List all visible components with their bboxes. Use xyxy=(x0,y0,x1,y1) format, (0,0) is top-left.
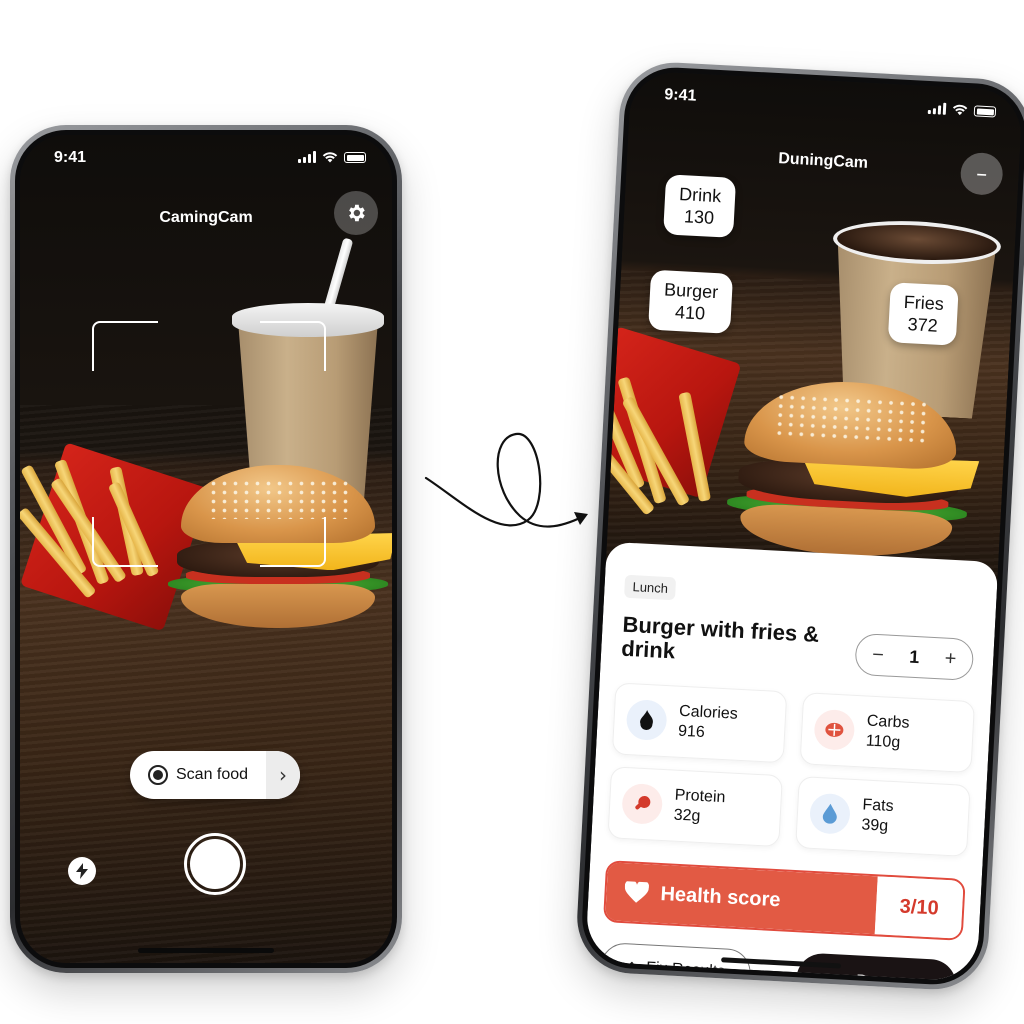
battery-icon xyxy=(344,152,366,163)
status-bar: 9:41 xyxy=(20,135,392,179)
wheat-icon xyxy=(813,708,856,751)
scan-food-button[interactable]: Scan food › xyxy=(130,751,300,799)
meal-type-tag[interactable]: Lunch xyxy=(624,574,677,601)
heart-icon xyxy=(624,881,650,903)
macro-value: 39g xyxy=(860,816,889,835)
phone-results: 9:41 DuningCam – Drink 130 Burger 410 Fr… xyxy=(574,59,1024,993)
signal-icon xyxy=(927,102,947,115)
status-time: 9:41 xyxy=(54,149,87,166)
wifi-icon xyxy=(952,104,968,116)
macro-value: 916 xyxy=(677,722,706,742)
macro-value: 32g xyxy=(673,806,701,825)
flame-icon xyxy=(625,699,668,742)
health-score-value: 3/10 xyxy=(874,876,964,939)
stage: 9:41 CamingCam Scan food › 9:41 DuningCa… xyxy=(0,0,1024,1024)
food-label-name: Drink xyxy=(678,184,722,207)
settings-button[interactable] xyxy=(334,191,378,235)
food-label-calories: 410 xyxy=(674,301,706,324)
quantity-value: 1 xyxy=(908,646,920,667)
scan-frame-corner-bl xyxy=(92,517,158,567)
gear-icon xyxy=(349,204,365,222)
increment-button[interactable]: + xyxy=(938,647,963,671)
scan-frame-corner-br xyxy=(260,517,326,567)
shutter-button[interactable] xyxy=(184,833,246,895)
decrement-button[interactable]: − xyxy=(865,643,890,667)
scan-icon xyxy=(148,765,168,785)
food-label-burger[interactable]: Burger 410 xyxy=(648,269,734,334)
scan-frame-corner-tr xyxy=(260,321,326,371)
food-label-fries[interactable]: Fries 372 xyxy=(887,282,959,346)
status-time: 9:41 xyxy=(663,86,697,105)
scan-frame-corner-tl xyxy=(92,321,158,371)
status-icons xyxy=(927,102,997,118)
droplet-icon xyxy=(808,792,851,835)
quantity-stepper: − 1 + xyxy=(854,632,975,682)
food-label-name: Fries xyxy=(903,291,945,314)
macro-label: Carbs xyxy=(866,712,910,732)
meal-title: Burger with fries & drink xyxy=(620,611,820,664)
wifi-icon xyxy=(322,152,338,163)
macro-card-calories[interactable]: Calories 916 xyxy=(611,682,788,764)
macro-card-carbs[interactable]: Carbs 110g xyxy=(799,692,976,774)
health-score-bar[interactable]: Health score 3/10 xyxy=(602,860,966,941)
macro-card-protein[interactable]: Protein 32g xyxy=(607,766,783,848)
phone-camera: 9:41 CamingCam Scan food › xyxy=(10,125,402,973)
food-label-calories: 130 xyxy=(683,206,715,228)
food-label-calories: 372 xyxy=(907,314,939,336)
home-indicator xyxy=(138,948,274,953)
macro-value: 110g xyxy=(865,732,901,752)
camera-screen: 9:41 CamingCam Scan food › xyxy=(20,135,392,963)
macro-grid: Calories 916 Carbs 110g Protein 32g Fats… xyxy=(607,682,976,857)
macro-card-fats[interactable]: Fats 39g xyxy=(795,776,971,857)
drumstick-icon xyxy=(621,782,664,825)
transition-arrow-icon xyxy=(424,432,588,528)
signal-icon xyxy=(298,151,316,163)
battery-icon xyxy=(973,105,997,118)
macro-label: Fats xyxy=(862,796,895,816)
status-icons xyxy=(298,151,366,163)
nutrition-panel: Lunch Burger with fries & drink − 1 + Ca… xyxy=(584,541,999,982)
results-screen: 9:41 DuningCam – Drink 130 Burger 410 Fr… xyxy=(584,70,1024,982)
macro-label: Protein xyxy=(674,786,726,807)
lightning-icon xyxy=(76,863,88,879)
flash-button[interactable] xyxy=(68,857,96,885)
health-score-label: Health score xyxy=(659,882,782,911)
food-label-drink[interactable]: Drink 130 xyxy=(663,174,737,238)
scan-food-label: Scan food xyxy=(176,766,249,783)
food-label-name: Burger xyxy=(663,279,719,303)
